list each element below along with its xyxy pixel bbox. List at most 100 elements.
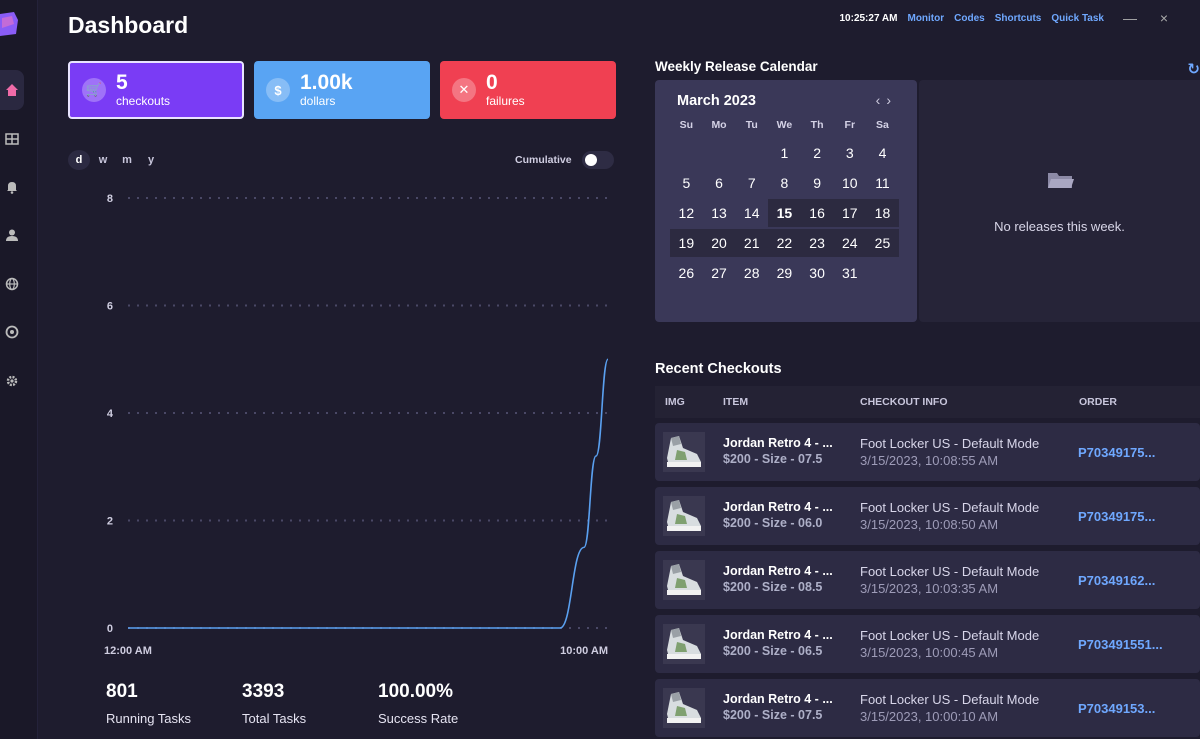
calendar-day[interactable]: 22 <box>768 229 801 257</box>
calendar-day[interactable]: 25 <box>866 229 899 257</box>
calendar-day[interactable]: 8 <box>768 169 801 197</box>
range-tab-month[interactable]: m <box>116 150 138 170</box>
calendar-day[interactable]: 4 <box>866 139 899 167</box>
checkout-info: Foot Locker US - Default Mode 3/15/2023, … <box>860 692 1039 724</box>
codes-link[interactable]: Codes <box>954 13 985 24</box>
col-img: IMG <box>665 396 685 408</box>
order-number[interactable]: P703491551... <box>1078 637 1163 652</box>
calendar-day[interactable]: 29 <box>768 259 801 287</box>
sidebar-item-tasks[interactable] <box>0 119 24 159</box>
checkout-row[interactable]: Jordan Retro 4 - ... $200 - Size - 07.5 Fo… <box>655 679 1200 737</box>
minimize-button[interactable]: — <box>1122 10 1138 26</box>
range-tab-day[interactable]: d <box>68 150 90 170</box>
sneaker-image <box>663 560 705 600</box>
day-of-week-label: Sa <box>876 119 889 131</box>
calendar-day[interactable]: 13 <box>703 199 736 227</box>
calendar-day[interactable]: 20 <box>703 229 736 257</box>
close-button[interactable]: × <box>1156 10 1172 26</box>
checkout-item: Jordan Retro 4 - ... $200 - Size - 06.0 <box>723 500 833 530</box>
refresh-icon[interactable]: ↻ <box>1187 60 1200 78</box>
checkout-store: Foot Locker US - Default Mode <box>860 564 1040 579</box>
order-number[interactable]: P70349175... <box>1078 445 1155 460</box>
calendar-week-row: 5 6 7 8 9 10 11 <box>670 169 899 197</box>
quick-task-link[interactable]: Quick Task <box>1051 13 1104 24</box>
item-name: Jordan Retro 4 - ... <box>723 436 833 450</box>
shortcuts-link[interactable]: Shortcuts <box>995 13 1042 24</box>
checkout-row[interactable]: Jordan Retro 4 - ... $200 - Size - 07.5 Fo… <box>655 423 1200 481</box>
checkouts-label: checkouts <box>116 94 171 108</box>
sidebar-item-home[interactable] <box>0 70 24 110</box>
calendar-day[interactable]: 31 <box>833 259 866 287</box>
toggle-knob <box>584 154 597 166</box>
calendar-day[interactable]: 2 <box>801 139 834 167</box>
sidebar-item-profiles[interactable] <box>0 215 24 255</box>
item-price-size: $200 - Size - 08.5 <box>723 580 823 594</box>
range-tab-year[interactable]: y <box>140 150 162 170</box>
calendar-day[interactable]: 18 <box>866 199 899 227</box>
total-tasks-label: Total Tasks <box>242 711 307 726</box>
order-number[interactable]: P70349175... <box>1078 509 1155 524</box>
calendar-day[interactable]: 23 <box>801 229 834 257</box>
order-number[interactable]: P70349153... <box>1078 701 1155 716</box>
x-tick-label: 12:00 AM <box>104 645 152 657</box>
no-releases-message: No releases this week. <box>994 219 1125 234</box>
calendar-day[interactable]: 26 <box>670 259 703 287</box>
calendar-day[interactable]: 27 <box>703 259 736 287</box>
checkout-row[interactable]: Jordan Retro 4 - ... $200 - Size - 06.5 Fo… <box>655 615 1200 673</box>
checkouts-section-title: Recent Checkouts <box>655 361 782 377</box>
calendar-day[interactable]: 6 <box>703 169 736 197</box>
calendar-day[interactable]: 1 <box>768 139 801 167</box>
calendar-day[interactable]: 24 <box>833 229 866 257</box>
calendar: March 2023 ‹› Su Mo Tu We Th Fr Sa 1 2 3 4 5 6 7 8 9 10 1… <box>655 80 917 322</box>
cumulative-toggle[interactable] <box>581 151 614 169</box>
dollars-card[interactable]: $ 1.00k dollars <box>254 61 430 119</box>
calendar-empty-cell <box>703 139 736 167</box>
item-price-size: $200 - Size - 07.5 <box>723 452 823 466</box>
series-line <box>128 358 609 629</box>
dollars-value: 1.00k <box>300 71 353 94</box>
sidebar-item-browser[interactable] <box>0 312 24 352</box>
sidebar-item-notifications[interactable] <box>0 167 24 207</box>
running-tasks-stat: 801 Running Tasks <box>106 681 191 726</box>
calendar-day[interactable]: 30 <box>801 259 834 287</box>
total-tasks-value: 3393 <box>242 681 285 702</box>
item-name: Jordan Retro 4 - ... <box>723 628 833 642</box>
cumulative-label: Cumulative <box>515 154 572 166</box>
checkout-info: Foot Locker US - Default Mode 3/15/2023, … <box>860 500 1039 532</box>
calendar-day[interactable]: 7 <box>735 169 768 197</box>
order-number[interactable]: P70349162... <box>1078 573 1155 588</box>
checkouts-card[interactable]: 🛒 5 checkouts <box>68 61 244 119</box>
calendar-day[interactable]: 19 <box>670 229 703 257</box>
calendar-day[interactable]: 17 <box>833 199 867 227</box>
next-month-button[interactable]: › <box>886 92 897 108</box>
calendar-day[interactable]: 11 <box>866 169 899 197</box>
calendar-day[interactable]: 10 <box>833 169 866 197</box>
grid-icon <box>5 133 19 145</box>
calendar-day[interactable]: 12 <box>670 199 703 227</box>
calendar-day[interactable]: 3 <box>833 139 866 167</box>
checkout-row[interactable]: Jordan Retro 4 - ... $200 - Size - 08.5 Fo… <box>655 551 1200 609</box>
checkout-row[interactable]: Jordan Retro 4 - ... $200 - Size - 06.0 Fo… <box>655 487 1200 545</box>
day-of-week-label: Tu <box>745 119 758 131</box>
checkout-date: 3/15/2023, 10:03:35 AM <box>860 581 999 596</box>
prev-month-button[interactable]: ‹ <box>876 92 887 108</box>
failures-card[interactable]: ✕ 0 failures <box>440 61 616 119</box>
day-of-week-label: Su <box>679 119 694 131</box>
sidebar-item-settings[interactable] <box>0 361 24 401</box>
total-tasks-stat: 3393 Total Tasks <box>242 681 306 726</box>
calendar-day[interactable]: 5 <box>670 169 703 197</box>
calendar-day[interactable]: 15 <box>768 199 801 227</box>
days-of-week-row: Su Mo Tu We Th Fr Sa <box>670 114 899 136</box>
calendar-day[interactable]: 28 <box>735 259 768 287</box>
calendar-day[interactable]: 21 <box>735 229 768 257</box>
day-of-week-label: Mo <box>711 119 727 131</box>
monitor-link[interactable]: Monitor <box>907 13 944 24</box>
calendar-day[interactable]: 16 <box>800 199 834 227</box>
item-price-size: $200 - Size - 06.5 <box>723 644 823 658</box>
calendar-day[interactable]: 9 <box>801 169 834 197</box>
range-tab-week[interactable]: w <box>92 150 114 170</box>
failures-label: failures <box>486 94 525 108</box>
calendar-day[interactable]: 14 <box>735 199 768 227</box>
cumulative-control: Cumulative <box>515 151 614 169</box>
sidebar-item-proxies[interactable] <box>0 264 24 304</box>
